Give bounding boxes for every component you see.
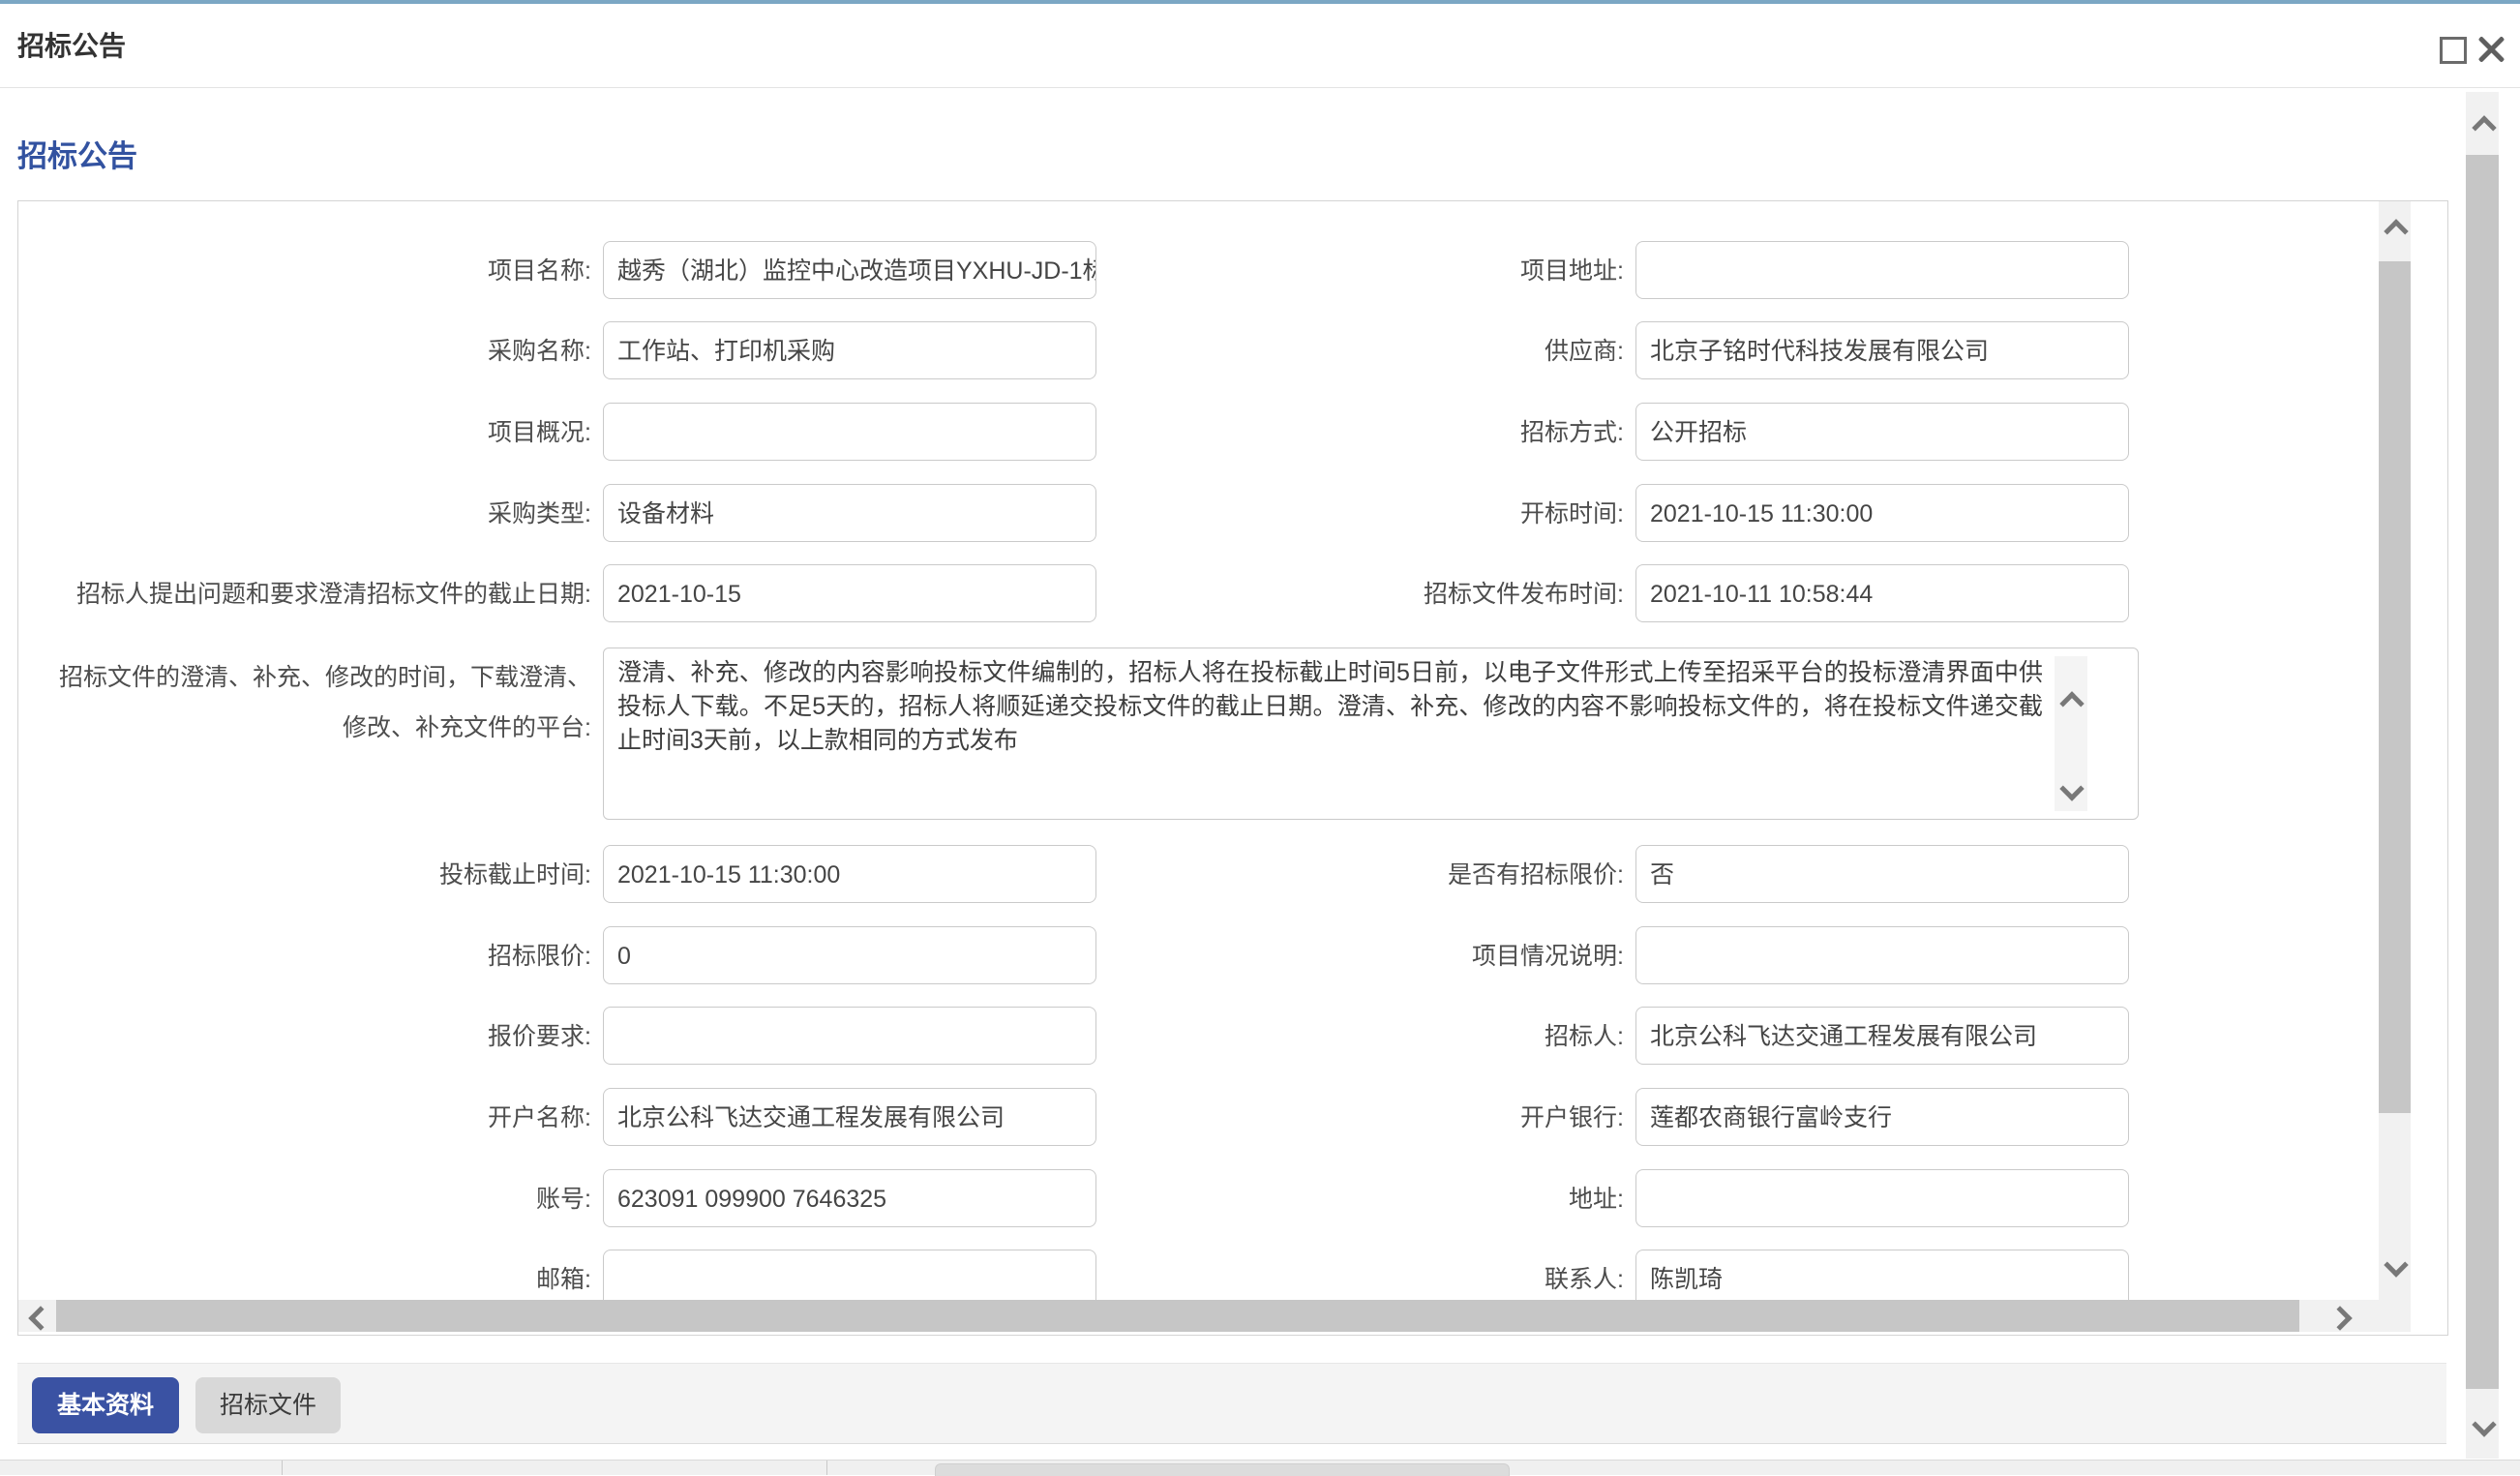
background-panel-edge: [935, 1463, 1510, 1476]
bid-deadline-label: 投标截止时间:: [18, 845, 591, 905]
procurement-type-input[interactable]: 设备材料: [603, 484, 1096, 542]
project-name-label: 项目名称:: [18, 241, 591, 301]
project-overview-input[interactable]: [603, 403, 1096, 461]
procurement-name-label: 采购名称:: [18, 321, 591, 381]
form-row: 采购类型: 设备材料 开标时间: 2021-10-15 11:30:00: [18, 484, 2445, 544]
panel-scroll-up-icon[interactable]: [2384, 219, 2408, 243]
announcement-form-panel: 项目名称: 越秀（湖北）监控中心改造项目YXHU-JD-1标段 项目地址: 采购…: [17, 200, 2448, 1336]
tenderer-label: 招标人:: [1064, 1007, 1624, 1067]
panel-horizontal-scrollbar[interactable]: [18, 1300, 2411, 1332]
background-divider: [282, 1461, 283, 1475]
background-divider: [826, 1461, 827, 1475]
clarify-deadline-input[interactable]: 2021-10-15: [603, 564, 1096, 622]
project-address-input[interactable]: [1635, 241, 2129, 299]
background-page-strip: [0, 1460, 2520, 1475]
procurement-type-label: 采购类型:: [18, 484, 591, 544]
project-note-label: 项目情况说明:: [1064, 926, 1624, 986]
bid-method-label: 招标方式:: [1064, 403, 1624, 463]
price-limit-input[interactable]: 0: [603, 926, 1096, 984]
project-address-label: 项目地址:: [1064, 241, 1624, 301]
supplier-input[interactable]: 北京子铭时代科技发展有限公司: [1635, 321, 2129, 379]
clarify-deadline-label: 招标人提出问题和要求澄清招标文件的截止日期:: [18, 564, 591, 624]
panel-scroll-down-icon[interactable]: [2384, 1252, 2408, 1277]
panel-horizontal-scroll-thumb[interactable]: [56, 1300, 2299, 1332]
dialog-scroll-down-icon[interactable]: [2472, 1412, 2496, 1436]
project-name-input[interactable]: 越秀（湖北）监控中心改造项目YXHU-JD-1标段: [603, 241, 1096, 299]
has-price-limit-label: 是否有招标限价:: [1064, 845, 1624, 905]
tenderer-input[interactable]: 北京公科飞达交通工程发展有限公司: [1635, 1007, 2129, 1065]
textarea-scroll-up-icon[interactable]: [2059, 691, 2084, 715]
footer-tab-bar: 基本资料 招标文件: [17, 1363, 2446, 1444]
bid-open-time-label: 开标时间:: [1064, 484, 1624, 544]
account-name-input[interactable]: 北京公科飞达交通工程发展有限公司: [603, 1088, 1096, 1146]
email-input[interactable]: [603, 1250, 1096, 1308]
contact-input[interactable]: 陈凯琦: [1635, 1250, 2129, 1308]
supplier-label: 供应商:: [1064, 321, 1624, 381]
form-row: 账号: 623091 099900 7646325 地址:: [18, 1169, 2445, 1229]
address-input[interactable]: [1635, 1169, 2129, 1227]
bank-label: 开户银行:: [1064, 1088, 1624, 1148]
form-row: 招标限价: 0 项目情况说明:: [18, 926, 2445, 986]
quote-requirement-label: 报价要求:: [18, 1007, 591, 1067]
project-overview-label: 项目概况:: [18, 403, 591, 463]
tab-basic-info[interactable]: 基本资料: [32, 1377, 179, 1433]
clarify-platform-label: 招标文件的澄清、补充、修改的时间，下载澄清、 修改、补充文件的平台:: [18, 652, 591, 753]
form-row: 开户名称: 北京公科飞达交通工程发展有限公司 开户银行: 莲都农商银行富岭支行: [18, 1088, 2445, 1148]
dialog-scroll-up-icon[interactable]: [2472, 115, 2496, 139]
clarify-platform-textarea[interactable]: 澄清、补充、修改的内容影响投标文件编制的，招标人将在投标截止时间5日前，以电子文…: [603, 648, 2139, 820]
form-row: 报价要求: 招标人: 北京公科飞达交通工程发展有限公司: [18, 1007, 2445, 1067]
account-number-input[interactable]: 623091 099900 7646325: [603, 1169, 1096, 1227]
price-limit-label: 招标限价:: [18, 926, 591, 986]
dialog-titlebar: 招标公告: [0, 4, 2520, 88]
clarify-platform-text: 澄清、补充、修改的内容影响投标文件编制的，招标人将在投标截止时间5日前，以电子文…: [617, 656, 2043, 811]
bank-input[interactable]: 莲都农商银行富岭支行: [1635, 1088, 2129, 1146]
page-title: 招标公告: [17, 132, 137, 175]
tab-bid-documents[interactable]: 招标文件: [195, 1377, 341, 1433]
address-label: 地址:: [1064, 1169, 1624, 1229]
bid-deadline-input[interactable]: 2021-10-15 11:30:00: [603, 845, 1096, 903]
quote-requirement-input[interactable]: [603, 1007, 1096, 1065]
dialog-vertical-scroll-thumb[interactable]: [2466, 155, 2499, 1389]
maximize-icon[interactable]: [2440, 37, 2467, 64]
account-name-label: 开户名称:: [18, 1088, 591, 1148]
panel-vertical-scroll-thumb[interactable]: [2379, 261, 2411, 1113]
form-row: 招标人提出问题和要求澄清招标文件的截止日期: 2021-10-15 招标文件发布…: [18, 564, 2445, 624]
dialog-vertical-scrollbar[interactable]: [2466, 92, 2499, 1459]
doc-publish-time-input[interactable]: 2021-10-11 10:58:44: [1635, 564, 2129, 622]
panel-scroll-left-icon[interactable]: [28, 1306, 52, 1330]
textarea-scroll-down-icon[interactable]: [2059, 776, 2084, 800]
form-row: 投标截止时间: 2021-10-15 11:30:00 是否有招标限价: 否: [18, 845, 2445, 905]
bid-open-time-input[interactable]: 2021-10-15 11:30:00: [1635, 484, 2129, 542]
doc-publish-time-label: 招标文件发布时间:: [1064, 564, 1624, 624]
has-price-limit-input[interactable]: 否: [1635, 845, 2129, 903]
form-row: 采购名称: 工作站、打印机采购 供应商: 北京子铭时代科技发展有限公司: [18, 321, 2445, 381]
form-row: 项目名称: 越秀（湖北）监控中心改造项目YXHU-JD-1标段 项目地址:: [18, 241, 2445, 301]
bid-method-input[interactable]: 公开招标: [1635, 403, 2129, 461]
panel-vertical-scrollbar[interactable]: [2379, 201, 2411, 1300]
textarea-scrollbar[interactable]: [2055, 656, 2087, 811]
close-icon[interactable]: [2475, 33, 2506, 64]
project-note-input[interactable]: [1635, 926, 2129, 984]
dialog-title: 招标公告: [17, 25, 126, 64]
panel-scroll-right-icon[interactable]: [2327, 1306, 2352, 1330]
procurement-name-input[interactable]: 工作站、打印机采购: [603, 321, 1096, 379]
account-number-label: 账号:: [18, 1169, 591, 1229]
form-row: 项目概况: 招标方式: 公开招标: [18, 403, 2445, 463]
